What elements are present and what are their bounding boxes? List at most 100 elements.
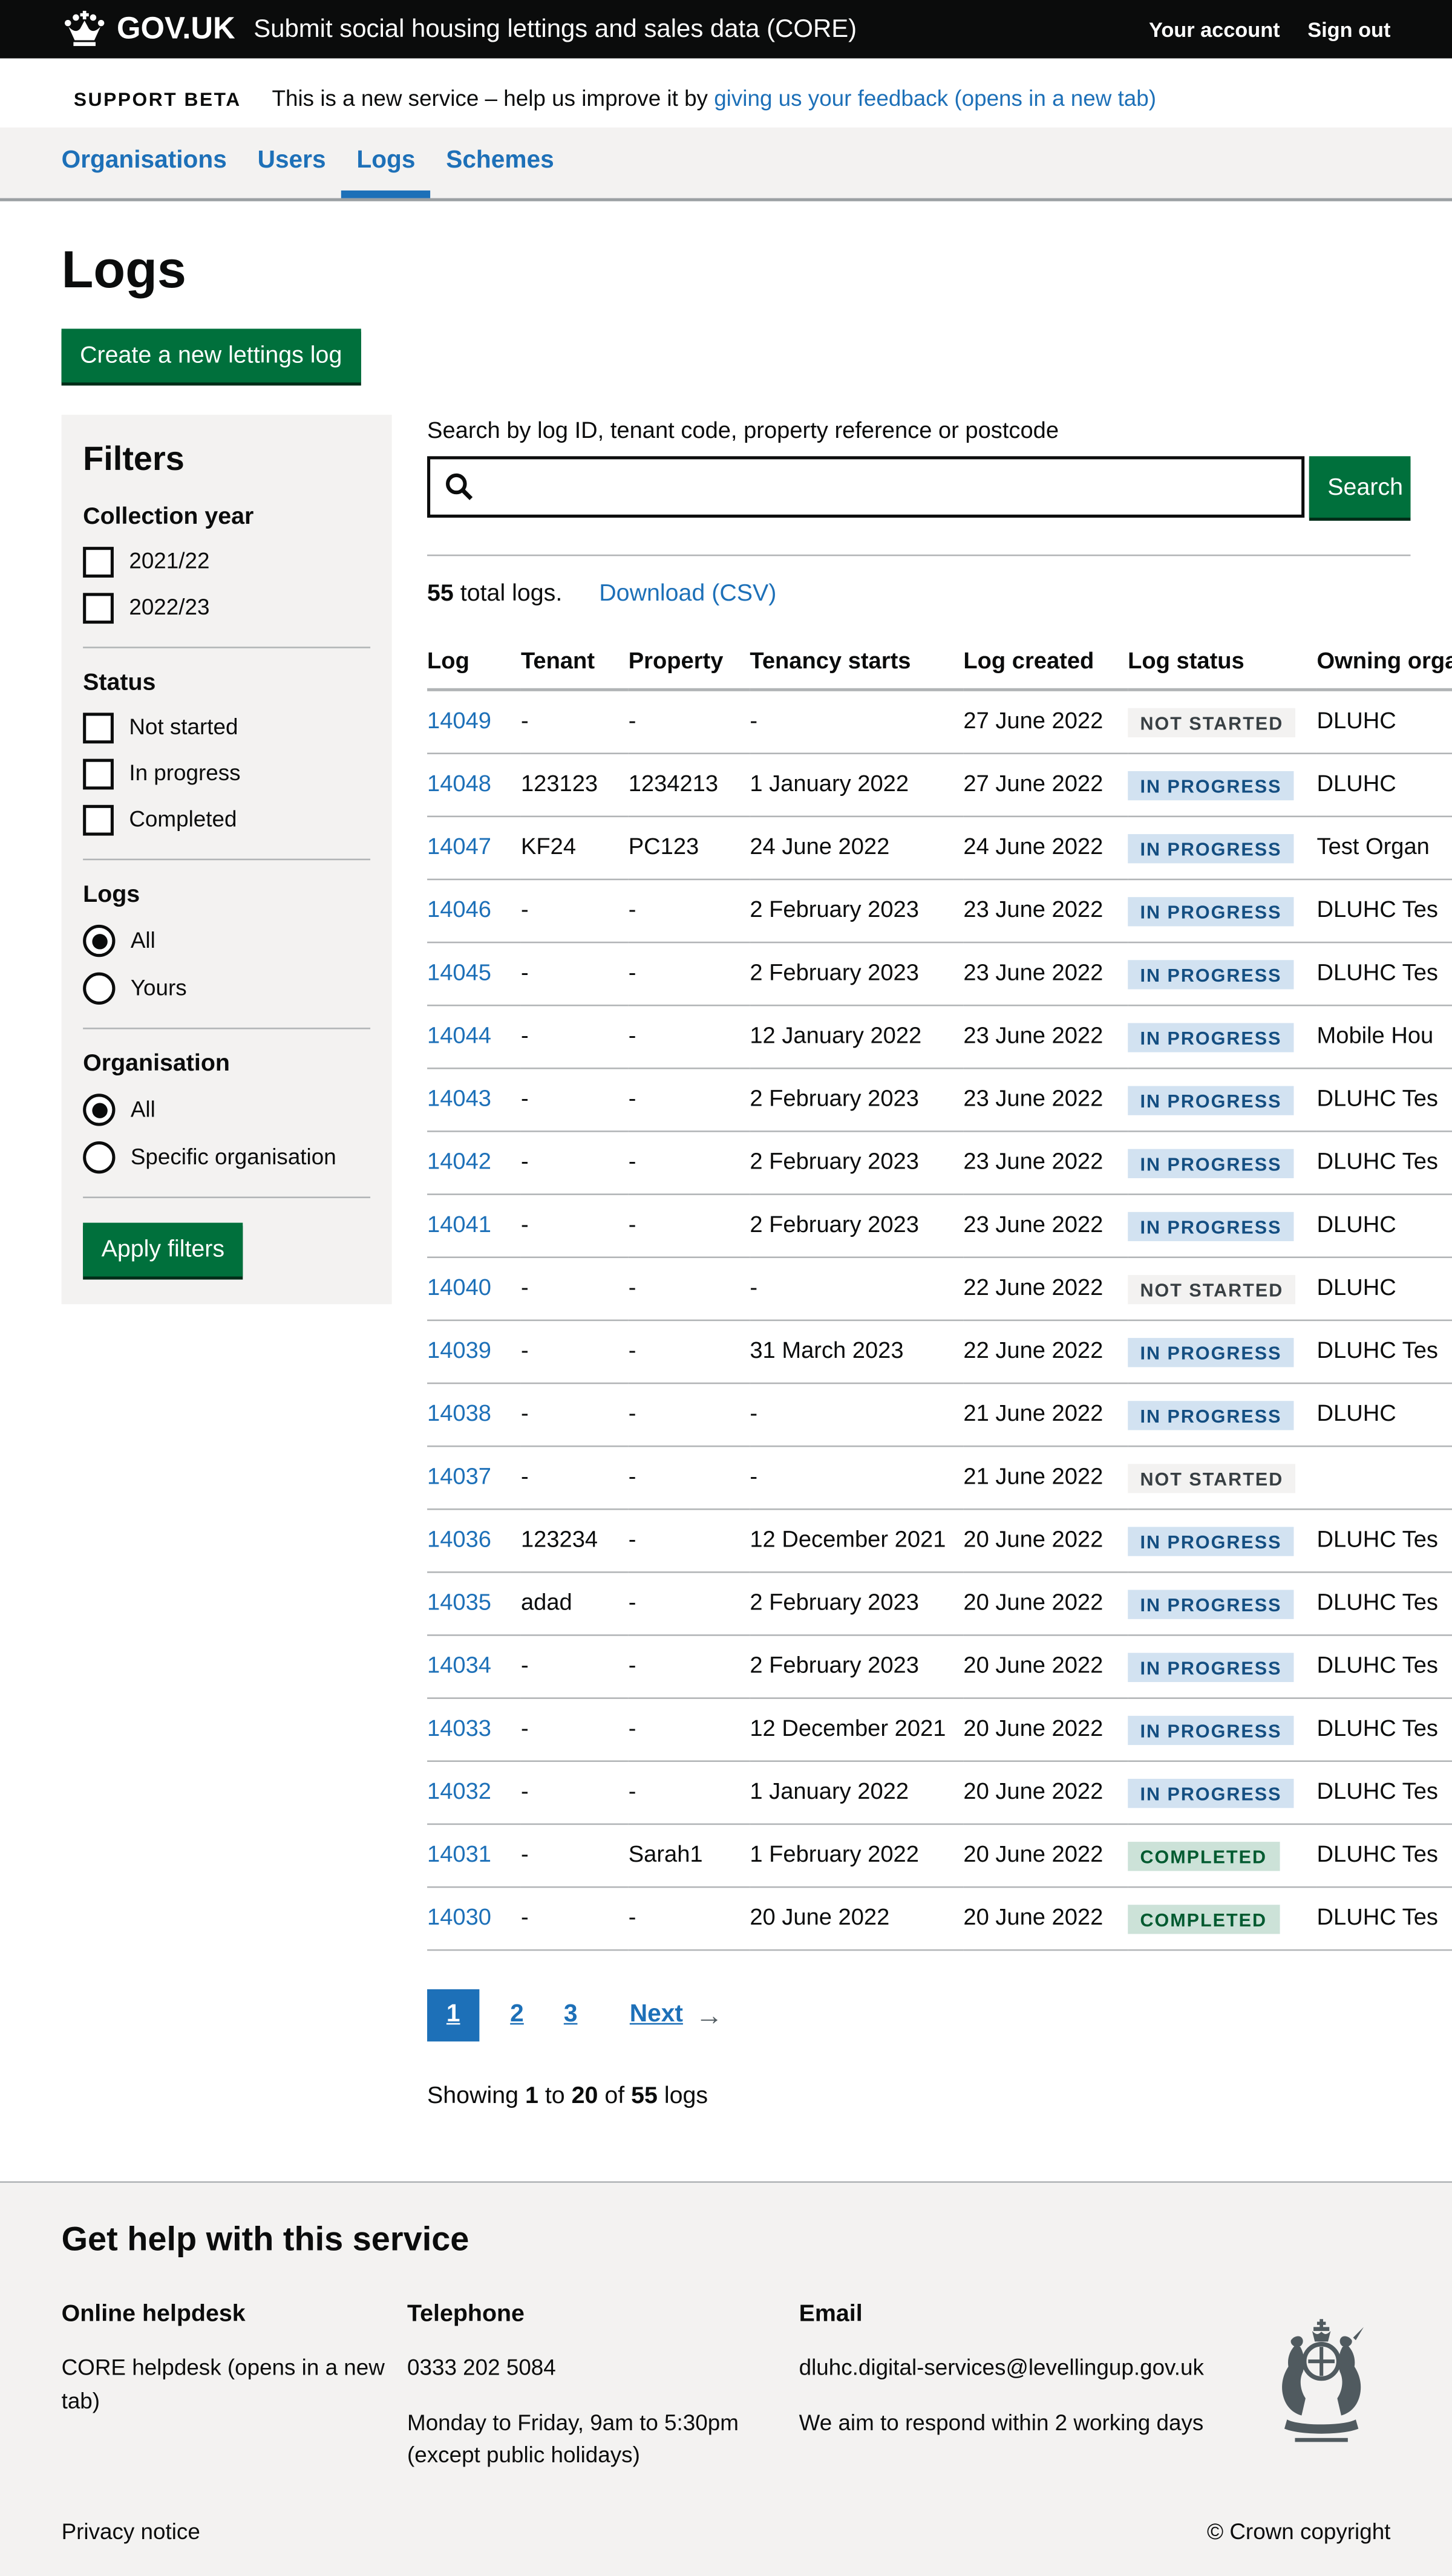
filter-option-label: Yours xyxy=(131,976,187,1001)
privacy-notice-link[interactable]: Privacy notice xyxy=(62,2521,200,2546)
radio-all[interactable] xyxy=(83,925,115,957)
search-input-wrap xyxy=(427,456,1304,518)
phase-tag: SUPPORT BETA xyxy=(62,85,253,114)
tenancy-starts-cell: - xyxy=(750,690,963,753)
log-link-14036[interactable]: 14036 xyxy=(427,1527,491,1553)
apply-filters-button[interactable]: Apply filters xyxy=(83,1223,243,1277)
log-id-cell: 14039 xyxy=(427,1320,521,1383)
table-row: 14049---27 June 2022NOT STARTEDDLUHC xyxy=(427,690,1452,753)
log-link-14040[interactable]: 14040 xyxy=(427,1275,491,1301)
search-button[interactable]: Search xyxy=(1309,456,1411,518)
logs-table: LogTenantPropertyTenancy startsLog creat… xyxy=(427,636,1452,1951)
filter-option-specific-organisation: Specific organisation xyxy=(83,1141,370,1173)
radio-all[interactable] xyxy=(83,1094,115,1126)
owning-organisation-cell: DLUHC Tes xyxy=(1317,1635,1452,1698)
radio-yours[interactable] xyxy=(83,973,115,1005)
tenancy-starts-cell: 2 February 2023 xyxy=(750,1195,963,1257)
tenant-cell: 123234 xyxy=(521,1509,629,1572)
telephone-hours: Monday to Friday, 9am to 5:30pm xyxy=(407,2408,799,2441)
feedback-link[interactable]: giving us your feedback (opens in a new … xyxy=(714,86,1156,111)
status-badge: IN PROGRESS xyxy=(1128,771,1294,800)
log-created-cell: 23 June 2022 xyxy=(963,1195,1128,1257)
filter-divider xyxy=(83,859,370,861)
filter-group-heading-collection-year: Collection year xyxy=(83,504,370,532)
log-link-14042[interactable]: 14042 xyxy=(427,1149,491,1175)
log-link-14039[interactable]: 14039 xyxy=(427,1338,491,1364)
log-link-14045[interactable]: 14045 xyxy=(427,960,491,986)
tab-logs[interactable]: Logs xyxy=(341,128,431,198)
crown-copyright-link[interactable]: © Crown copyright xyxy=(1207,2521,1390,2546)
search-input[interactable] xyxy=(430,459,1301,514)
checkbox-2021-22[interactable] xyxy=(83,547,114,578)
property-cell: - xyxy=(629,1068,750,1131)
log-link-14030[interactable]: 14030 xyxy=(427,1905,491,1931)
log-link-14031[interactable]: 14031 xyxy=(427,1842,491,1868)
owning-organisation-cell: DLUHC Tes xyxy=(1317,879,1452,942)
log-link-14033[interactable]: 14033 xyxy=(427,1716,491,1742)
property-cell: - xyxy=(629,1761,750,1824)
checkbox-completed[interactable] xyxy=(83,805,114,836)
log-link-14035[interactable]: 14035 xyxy=(427,1590,491,1616)
log-link-14044[interactable]: 14044 xyxy=(427,1023,491,1049)
your-account-link[interactable]: Your account xyxy=(1149,18,1280,41)
table-row: 14033--12 December 202120 June 2022IN PR… xyxy=(427,1698,1452,1761)
filter-option-in-progress: In progress xyxy=(83,759,370,790)
log-link-14041[interactable]: 14041 xyxy=(427,1212,491,1238)
showing-total: 55 xyxy=(631,2083,658,2109)
filter-option-2022-23: 2022/23 xyxy=(83,593,370,624)
pagination-next-link[interactable]: Next xyxy=(630,2001,683,2029)
status-badge: IN PROGRESS xyxy=(1128,960,1294,989)
log-created-cell: 27 June 2022 xyxy=(963,690,1128,753)
log-link-14048[interactable]: 14048 xyxy=(427,771,491,797)
service-name-link[interactable]: Submit social housing lettings and sales… xyxy=(253,15,1149,44)
tenant-cell: - xyxy=(521,1761,629,1824)
status-badge: NOT STARTED xyxy=(1128,708,1295,737)
table-row: 14044--12 January 202223 June 2022IN PRO… xyxy=(427,1005,1452,1068)
log-link-14037[interactable]: 14037 xyxy=(427,1464,491,1490)
log-link-14043[interactable]: 14043 xyxy=(427,1086,491,1112)
property-cell: - xyxy=(629,1572,750,1635)
radio-specific-organisation[interactable] xyxy=(83,1141,115,1173)
tab-schemes[interactable]: Schemes xyxy=(431,128,569,198)
create-lettings-log-button[interactable]: Create a new lettings log xyxy=(62,328,361,382)
log-link-14034[interactable]: 14034 xyxy=(427,1653,491,1679)
tenant-cell: KF24 xyxy=(521,817,629,879)
log-link-14046[interactable]: 14046 xyxy=(427,897,491,923)
tab-users[interactable]: Users xyxy=(242,128,341,198)
filter-option-yours: Yours xyxy=(83,973,370,1005)
table-row: 14047KF24PC12324 June 202224 June 2022IN… xyxy=(427,817,1452,879)
govuk-logo[interactable]: GOV.UK xyxy=(62,11,235,48)
log-id-cell: 14044 xyxy=(427,1005,521,1068)
download-csv-link[interactable]: Download (CSV) xyxy=(599,581,776,607)
log-link-14049[interactable]: 14049 xyxy=(427,708,491,734)
log-link-14047[interactable]: 14047 xyxy=(427,834,491,860)
filters-heading: Filters xyxy=(83,439,370,479)
column-header-log-created: Log created xyxy=(963,636,1128,690)
log-created-cell: 20 June 2022 xyxy=(963,1824,1128,1887)
checkbox-2022-23[interactable] xyxy=(83,593,114,624)
sign-out-link[interactable]: Sign out xyxy=(1307,18,1390,41)
tab-organisations[interactable]: Organisations xyxy=(46,128,242,198)
pagination-page-current[interactable]: 1 xyxy=(427,1989,479,2041)
checkbox-in-progress[interactable] xyxy=(83,759,114,790)
tenant-cell: - xyxy=(521,1320,629,1383)
tenancy-starts-cell: 12 January 2022 xyxy=(750,1005,963,1068)
log-status-cell: IN PROGRESS xyxy=(1128,754,1316,817)
tenancy-starts-cell: 1 February 2022 xyxy=(750,1824,963,1887)
filter-group-heading-organisation: Organisation xyxy=(83,1051,370,1078)
checkbox-not-started[interactable] xyxy=(83,712,114,743)
pagination-page-3[interactable]: 3 xyxy=(555,2001,587,2029)
owning-organisation-cell: DLUHC Tes xyxy=(1317,1572,1452,1635)
filter-divider xyxy=(83,1196,370,1198)
pagination-page-2[interactable]: 2 xyxy=(501,2001,533,2029)
log-link-14032[interactable]: 14032 xyxy=(427,1779,491,1805)
results-summary: 55 total logs.Download (CSV) xyxy=(427,581,1452,608)
status-badge: IN PROGRESS xyxy=(1128,1212,1294,1241)
section-divider xyxy=(427,555,1410,556)
column-header-tenant: Tenant xyxy=(521,636,629,690)
core-helpdesk-link[interactable]: CORE helpdesk (opens in a new tab) xyxy=(62,2356,385,2414)
log-link-14038[interactable]: 14038 xyxy=(427,1401,491,1427)
column-header-log: Log xyxy=(427,636,521,690)
email-link[interactable]: dluhc.digital-services@levellingup.gov.u… xyxy=(799,2353,1204,2386)
table-row: 14037---21 June 2022NOT STARTED xyxy=(427,1446,1452,1509)
